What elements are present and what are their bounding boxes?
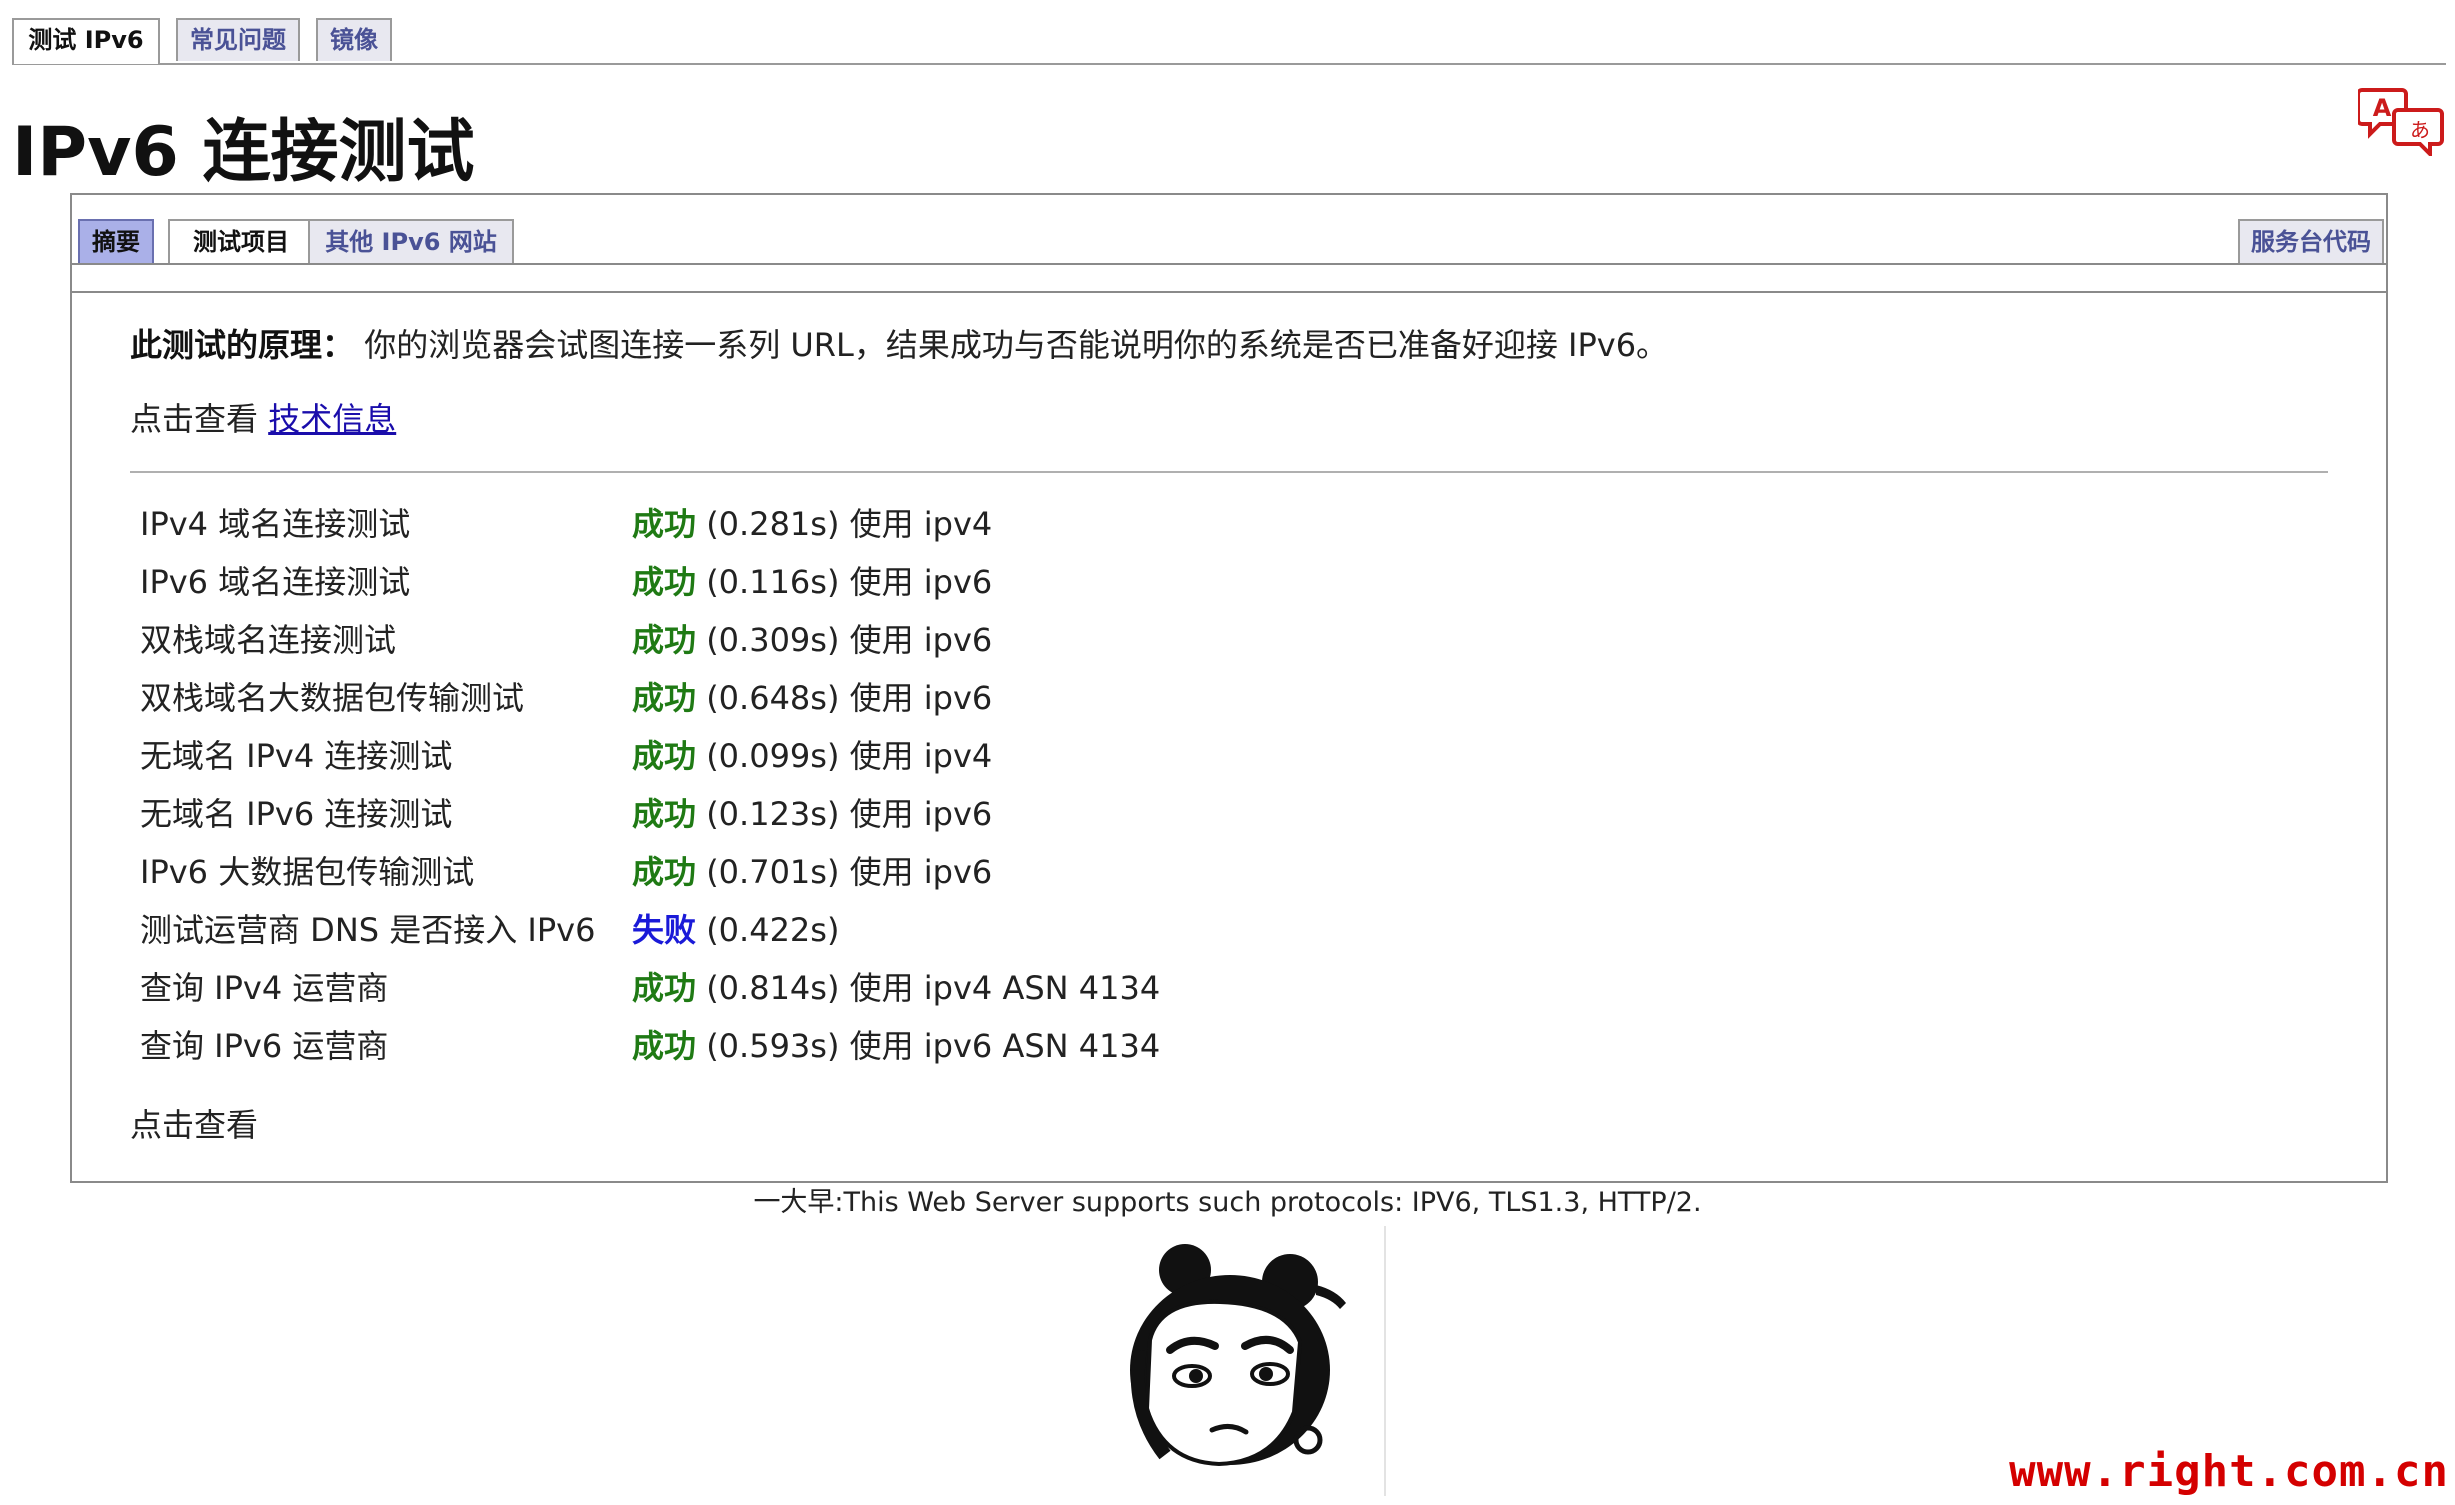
test-name: IPv6 大数据包传输测试 bbox=[140, 853, 475, 891]
test-result: 成功 (0.281s) 使用 ipv4 bbox=[632, 495, 992, 553]
status-label: 成功 bbox=[632, 679, 697, 717]
intro-body: 你的浏览器会试图连接一系列 URL，结果成功与否能说明你的系统是否已准备好迎接 … bbox=[364, 326, 1669, 364]
top-tab-bar: 测试 IPv6 常见问题 镜像 bbox=[12, 18, 2446, 65]
site-watermark: www.right.com.cn bbox=[2009, 1446, 2449, 1497]
results-panel: 摘要 测试项目 其他 IPv6 网站 服务台代码 此测试的原理： 你的浏览器会试… bbox=[70, 193, 2388, 1183]
test-detail: (0.281s) 使用 ipv4 bbox=[706, 505, 993, 543]
test-detail: (0.814s) 使用 ipv4 ASN 4134 bbox=[706, 969, 1161, 1007]
tab-test-ipv6[interactable]: 测试 IPv6 bbox=[12, 18, 160, 64]
test-name: 查询 IPv6 运营商 bbox=[140, 1027, 389, 1065]
test-detail: (0.123s) 使用 ipv6 bbox=[706, 795, 993, 833]
translate-icon[interactable]: A あ bbox=[2358, 86, 2444, 156]
tab-summary[interactable]: 摘要 bbox=[78, 219, 154, 263]
svg-text:A: A bbox=[2373, 94, 2392, 122]
test-result: 成功 (0.099s) 使用 ipv4 bbox=[632, 727, 992, 785]
intro-label: 此测试的原理： bbox=[130, 326, 355, 364]
test-detail: (0.116s) 使用 ipv6 bbox=[706, 563, 993, 601]
test-name: IPv4 域名连接测试 bbox=[140, 505, 411, 543]
test-name: 测试运营商 DNS 是否接入 IPv6 bbox=[140, 911, 596, 949]
test-result: 成功 (0.123s) 使用 ipv6 bbox=[632, 785, 992, 843]
tab-mirrors[interactable]: 镜像 bbox=[316, 18, 392, 61]
test-result: 成功 (0.309s) 使用 ipv6 bbox=[632, 611, 992, 669]
mascot-divider bbox=[1384, 1226, 1386, 1496]
status-label: 失败 bbox=[632, 911, 697, 949]
test-result: 成功 (0.701s) 使用 ipv6 bbox=[632, 843, 992, 901]
status-label: 成功 bbox=[632, 505, 697, 543]
tab-faq[interactable]: 常见问题 bbox=[176, 18, 300, 61]
status-label: 成功 bbox=[632, 737, 697, 775]
sub-tab-divider bbox=[72, 263, 2386, 265]
svg-text:あ: あ bbox=[2410, 118, 2430, 142]
section-divider bbox=[130, 471, 2328, 473]
status-label: 成功 bbox=[632, 563, 697, 601]
test-name: 无域名 IPv4 连接测试 bbox=[140, 737, 453, 775]
test-detail: (0.422s) bbox=[706, 911, 840, 949]
tab-other-ipv6-sites[interactable]: 其他 IPv6 网站 bbox=[308, 219, 514, 263]
tab-test-items[interactable]: 测试项目 bbox=[168, 219, 314, 263]
tech-info-prefix: 点击查看 bbox=[130, 400, 269, 438]
sub-tab-bar: 摘要 测试项目 其他 IPv6 网站 服务台代码 bbox=[72, 195, 2386, 293]
test-result: 失败 (0.422s) bbox=[632, 901, 839, 959]
test-result: 成功 (0.593s) 使用 ipv6 ASN 4134 bbox=[632, 1017, 1160, 1075]
page-title: IPv6 连接测试 bbox=[12, 113, 475, 192]
status-label: 成功 bbox=[632, 1027, 697, 1065]
test-name: 双栈域名连接测试 bbox=[140, 621, 397, 659]
test-detail: (0.701s) 使用 ipv6 bbox=[706, 853, 993, 891]
test-detail: (0.099s) 使用 ipv4 bbox=[706, 737, 993, 775]
test-name: 双栈域名大数据包传输测试 bbox=[140, 679, 525, 717]
status-label: 成功 bbox=[632, 621, 697, 659]
server-protocols-note: 一大早:This Web Server supports such protoc… bbox=[753, 1187, 1702, 1218]
test-name: 无域名 IPv6 连接测试 bbox=[140, 795, 453, 833]
test-name: IPv6 域名连接测试 bbox=[140, 563, 411, 601]
test-detail: (0.309s) 使用 ipv6 bbox=[706, 621, 993, 659]
bottom-click-text[interactable]: 点击查看 bbox=[130, 1103, 258, 1147]
status-label: 成功 bbox=[632, 969, 697, 1007]
test-result: 成功 (0.116s) 使用 ipv6 bbox=[632, 553, 992, 611]
test-result: 成功 (0.648s) 使用 ipv6 bbox=[632, 669, 992, 727]
tab-helpdesk-code[interactable]: 服务台代码 bbox=[2238, 219, 2384, 263]
test-result: 成功 (0.814s) 使用 ipv4 ASN 4134 bbox=[632, 959, 1160, 1017]
status-label: 成功 bbox=[632, 795, 697, 833]
test-name: 查询 IPv4 运营商 bbox=[140, 969, 389, 1007]
cartoon-face-image bbox=[1130, 1244, 1346, 1467]
tech-info-line: 点击查看 技术信息 bbox=[130, 397, 396, 441]
status-label: 成功 bbox=[632, 853, 697, 891]
tech-info-link[interactable]: 技术信息 bbox=[268, 400, 396, 438]
intro-text: 此测试的原理： 你的浏览器会试图连接一系列 URL，结果成功与否能说明你的系统是… bbox=[130, 323, 1668, 367]
test-detail: (0.593s) 使用 ipv6 ASN 4134 bbox=[706, 1027, 1161, 1065]
test-detail: (0.648s) 使用 ipv6 bbox=[706, 679, 993, 717]
